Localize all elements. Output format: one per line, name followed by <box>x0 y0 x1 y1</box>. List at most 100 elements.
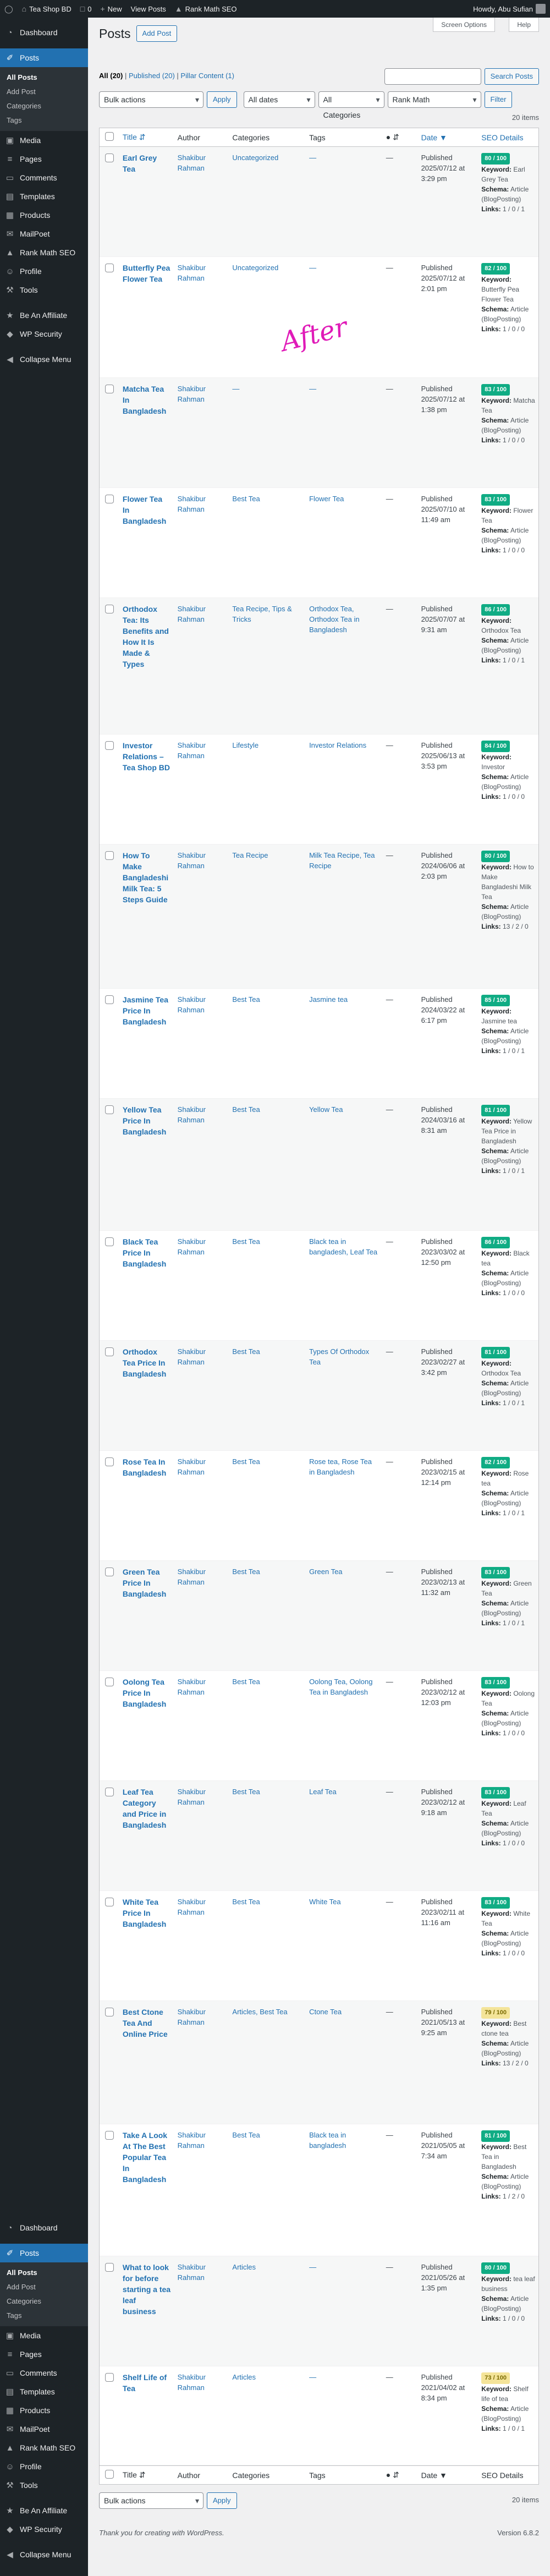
post-categories[interactable]: Best Tea <box>232 1105 260 1114</box>
post-categories[interactable]: Best Tea <box>232 1678 260 1686</box>
sidebar-item-comments[interactable]: ▭ Comments <box>0 168 88 187</box>
row-checkbox[interactable] <box>105 1105 114 1114</box>
post-categories[interactable]: Best Tea <box>232 1788 260 1796</box>
seo-score-badge[interactable]: 80 / 100 <box>481 153 510 165</box>
submenu-item[interactable]: All Posts <box>0 2266 88 2280</box>
row-checkbox[interactable] <box>105 1898 114 1906</box>
seo-score-badge[interactable]: 80 / 100 <box>481 851 510 862</box>
search-posts-button[interactable]: Search Posts <box>484 68 539 85</box>
post-title-link[interactable]: How To Make Bangladeshi Milk Tea: 5 Step… <box>123 851 168 904</box>
post-categories[interactable]: Lifestyle <box>232 741 258 749</box>
post-categories[interactable]: Best Tea <box>232 995 260 1004</box>
sidebar-item-tools[interactable]: ⚒ Tools <box>0 2476 88 2495</box>
seo-score-badge[interactable]: 84 / 100 <box>481 741 510 752</box>
row-checkbox[interactable] <box>105 385 114 393</box>
post-tags[interactable]: Milk Tea Recipe, Tea Recipe <box>309 851 375 870</box>
search-input[interactable] <box>384 68 481 85</box>
sidebar-item-be-an-affiliate[interactable]: ★ Be An Affiliate <box>0 306 88 325</box>
post-tags[interactable]: Black tea in bangladesh <box>309 2131 346 2150</box>
sidebar-item-templates[interactable]: ▤ Templates <box>0 2382 88 2401</box>
filter-all[interactable]: All (20) <box>99 72 123 80</box>
post-tags[interactable]: Yellow Tea <box>309 1105 343 1114</box>
post-tags[interactable]: — <box>309 2373 316 2381</box>
post-title-link[interactable]: Yellow Tea Price In Bangladesh <box>123 1105 166 1136</box>
post-title-link[interactable]: Rose Tea In Bangladesh <box>123 1457 166 1477</box>
row-checkbox[interactable] <box>105 1788 114 1796</box>
post-author-link[interactable]: Shakibur Rahman <box>178 1898 206 1916</box>
filter-pillar[interactable]: Pillar Content (1) <box>180 72 234 80</box>
post-tags[interactable]: Types Of Orthodox Tea <box>309 1347 369 1366</box>
sidebar-item-profile[interactable]: ☺ Profile <box>0 2457 88 2476</box>
post-tags[interactable]: — <box>309 264 316 272</box>
post-author-link[interactable]: Shakibur Rahman <box>178 1347 206 1366</box>
post-categories[interactable]: — <box>232 385 239 393</box>
seo-score-badge[interactable]: 81 / 100 <box>481 1105 510 1116</box>
row-checkbox[interactable] <box>105 264 114 272</box>
sidebar-item-collapse-menu[interactable]: ◀ Collapse Menu <box>0 350 88 369</box>
seo-score-badge[interactable]: 85 / 100 <box>481 995 510 1006</box>
column-title[interactable]: Title ⇵ <box>119 133 174 142</box>
column-date[interactable]: Date ▼ <box>418 133 479 142</box>
column-date-bottom[interactable]: Date ▼ <box>418 2471 479 2480</box>
sidebar-item-tools[interactable]: ⚒ Tools <box>0 281 88 299</box>
post-author-link[interactable]: Shakibur Rahman <box>178 741 206 760</box>
sidebar-item-products[interactable]: ▦ Products <box>0 2401 88 2420</box>
row-checkbox[interactable] <box>105 1457 114 1466</box>
post-title-link[interactable]: White Tea Price In Bangladesh <box>123 1898 166 1928</box>
wp-logo[interactable]: ◯ <box>0 0 18 18</box>
post-tags[interactable]: Flower Tea <box>309 495 344 503</box>
submenu-item[interactable]: Add Post <box>0 85 88 99</box>
post-tags[interactable]: — <box>309 385 316 393</box>
row-checkbox[interactable] <box>105 1567 114 1576</box>
rankmath-select[interactable]: Rank Math <box>387 91 481 108</box>
seo-score-badge[interactable]: 79 / 100 <box>481 2007 510 2019</box>
sidebar-item-posts[interactable]: ✐ Posts <box>0 2244 88 2262</box>
apply-button[interactable]: Apply <box>207 91 237 108</box>
post-title-link[interactable]: Take A Look At The Best Popular Tea In B… <box>123 2131 167 2184</box>
select-all-checkbox-bottom[interactable] <box>105 2470 114 2479</box>
seo-score-badge[interactable]: 83 / 100 <box>481 494 510 506</box>
screen-options-button[interactable]: Screen Options <box>433 18 495 32</box>
categories-select[interactable]: All Categories <box>318 91 384 119</box>
post-author-link[interactable]: Shakibur Rahman <box>178 495 206 513</box>
column-seo-details[interactable]: SEO Details <box>478 133 538 142</box>
post-categories[interactable]: Tea Recipe, Tips & Tricks <box>232 605 292 623</box>
column-comments-bottom[interactable]: ● ⇵ <box>383 2470 418 2480</box>
sidebar-item-dashboard[interactable]: ◔ Dashboard <box>0 2218 88 2237</box>
post-title-link[interactable]: Jasmine Tea Price In Bangladesh <box>123 995 168 1026</box>
seo-score-badge[interactable]: 81 / 100 <box>481 2130 510 2142</box>
filter-published[interactable]: Published (20) <box>129 72 175 80</box>
row-checkbox[interactable] <box>105 741 114 750</box>
post-title-link[interactable]: Shelf Life of Tea <box>123 2373 167 2393</box>
seo-score-badge[interactable]: 83 / 100 <box>481 1677 510 1689</box>
sidebar-item-pages[interactable]: ≡ Pages <box>0 150 88 168</box>
post-author-link[interactable]: Shakibur Rahman <box>178 154 206 172</box>
sidebar-item-media[interactable]: ▣ Media <box>0 131 88 150</box>
seo-score-badge[interactable]: 82 / 100 <box>481 263 510 275</box>
submenu-item[interactable]: Tags <box>0 113 88 128</box>
sidebar-item-profile[interactable]: ☺ Profile <box>0 262 88 281</box>
new-content-link[interactable]: + New <box>96 0 126 18</box>
sidebar-item-mailpoet[interactable]: ✉ MailPoet <box>0 2420 88 2438</box>
sidebar-item-mailpoet[interactable]: ✉ MailPoet <box>0 224 88 243</box>
post-author-link[interactable]: Shakibur Rahman <box>178 1237 206 1256</box>
row-checkbox[interactable] <box>105 495 114 503</box>
post-categories[interactable]: Best Tea <box>232 1347 260 1356</box>
post-tags[interactable]: White Tea <box>309 1898 341 1906</box>
filter-button[interactable]: Filter <box>484 91 513 108</box>
post-author-link[interactable]: Shakibur Rahman <box>178 1567 206 1586</box>
post-author-link[interactable]: Shakibur Rahman <box>178 1457 206 1476</box>
submenu-item[interactable]: Categories <box>0 99 88 113</box>
sidebar-item-wp-security[interactable]: ◆ WP Security <box>0 2520 88 2539</box>
post-author-link[interactable]: Shakibur Rahman <box>178 1678 206 1696</box>
column-title-bottom[interactable]: Title ⇵ <box>119 2470 174 2480</box>
post-tags[interactable]: Rose tea, Rose Tea in Bangladesh <box>309 1457 372 1476</box>
row-checkbox[interactable] <box>105 851 114 860</box>
seo-score-badge[interactable]: 82 / 100 <box>481 1457 510 1468</box>
post-tags[interactable]: Green Tea <box>309 1567 342 1576</box>
post-title-link[interactable]: Butterfly Pea Flower Tea <box>123 264 170 283</box>
seo-score-badge[interactable]: 81 / 100 <box>481 1347 510 1358</box>
row-checkbox[interactable] <box>105 154 114 162</box>
post-tags[interactable]: Black tea in bangladesh, Leaf Tea <box>309 1237 377 1256</box>
post-title-link[interactable]: Investor Relations – Tea Shop BD <box>123 741 170 772</box>
